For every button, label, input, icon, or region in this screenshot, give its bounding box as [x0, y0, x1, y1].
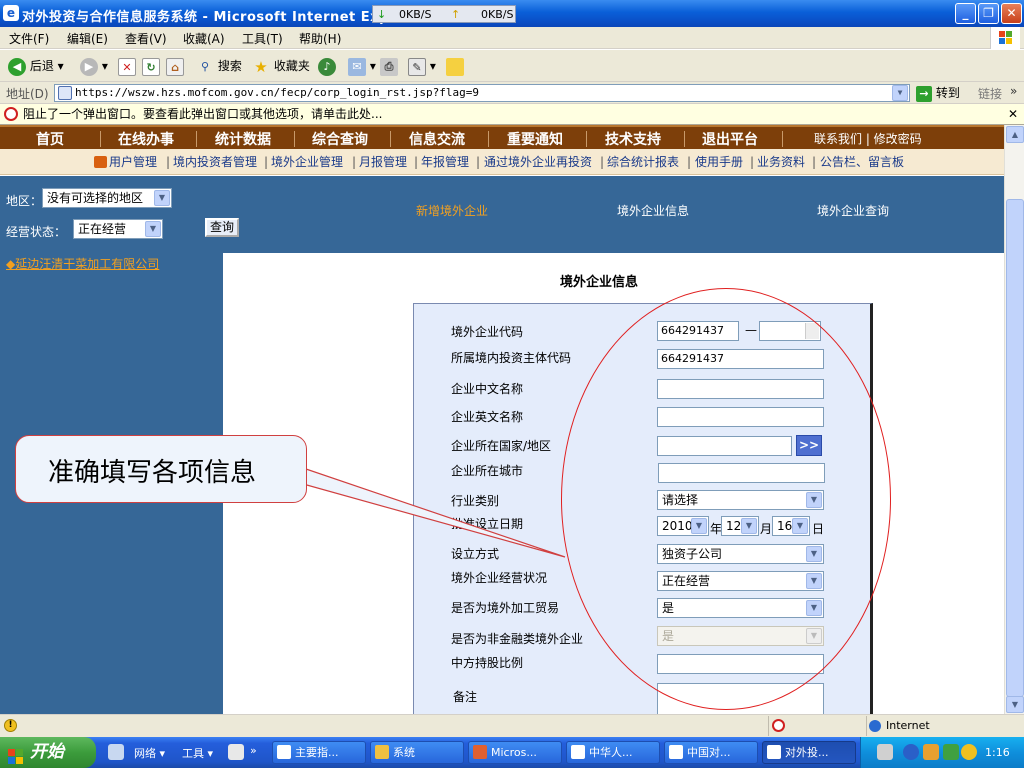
- search-button[interactable]: ⚲ 搜索: [196, 56, 242, 76]
- note-button[interactable]: [446, 56, 464, 76]
- popup-close-icon[interactable]: ✕: [1008, 104, 1018, 124]
- mail-icon: ✉: [348, 57, 366, 76]
- annotation-callout: 准确填写各项信息: [15, 435, 307, 503]
- address-label: 地址(D): [6, 87, 49, 101]
- chevron-right-icon[interactable]: »: [250, 744, 257, 757]
- net-down-speed: 0KB/S: [399, 8, 432, 21]
- home-button[interactable]: ⌂: [166, 56, 184, 76]
- links-label[interactable]: 链接: [978, 85, 1002, 102]
- back-arrow-icon: ◀: [8, 57, 26, 76]
- taskbar-item-system[interactable]: 系统: [370, 741, 464, 764]
- windows-logo-icon: [990, 27, 1020, 49]
- menu-favorites[interactable]: 收藏(A): [183, 30, 225, 47]
- refresh-button[interactable]: ↻: [142, 56, 160, 76]
- chevron-right-icon[interactable]: »: [1010, 84, 1017, 98]
- browser-toolbar: ◀ 后退 ▾ ▶ ▾ ✕ ↻ ⌂ ⚲ 搜索 ★ 收藏夹 ♪ ✉ ▾ ⎙ ✎ ▾: [0, 50, 1024, 82]
- taskbar-item-main-indicators[interactable]: 主要指...: [272, 741, 366, 764]
- menu-tools[interactable]: 工具(T): [242, 30, 283, 47]
- zone-label: Internet: [886, 719, 930, 732]
- star-icon: ★: [254, 57, 268, 76]
- home-icon: ⌂: [166, 57, 184, 76]
- download-arrow-icon: ↓: [377, 8, 387, 21]
- callout-text: 准确填写各项信息: [48, 458, 257, 488]
- close-button[interactable]: ✕: [1001, 3, 1022, 24]
- back-arrow-tray-icon[interactable]: [903, 744, 919, 760]
- menu-view[interactable]: 查看(V): [125, 30, 167, 47]
- upload-arrow-icon: ↑: [451, 8, 461, 21]
- warning-icon: !: [4, 719, 17, 732]
- popup-notice-text: 阻止了一个弹出窗口。要查看此弹出窗口或其他选项，请单击此处...: [23, 107, 383, 121]
- globe-icon: [869, 720, 881, 732]
- desktop-quicklaunch-icon[interactable]: [228, 744, 244, 760]
- favorites-label: 收藏夹: [273, 59, 310, 73]
- window-titlebar[interactable]: e 对外投资与合作信息服务系统 - Microsoft Internet Exp…: [0, 0, 1024, 27]
- clock[interactable]: 1:16: [985, 737, 1010, 768]
- refresh-icon: ↻: [142, 57, 160, 76]
- address-input[interactable]: https://wszw.hzs.mofcom.gov.cn/fecp/corp…: [54, 84, 910, 102]
- taskbar-item-zhonghua[interactable]: 中华人...: [566, 741, 660, 764]
- minimize-button[interactable]: _: [955, 3, 976, 24]
- shield-icon[interactable]: [943, 744, 959, 760]
- taskbar: 开始 网络 ▾ 工具 ▾ » 主要指... 系统 Micros... 中华人..…: [0, 737, 1024, 768]
- go-button[interactable]: → 转到: [916, 84, 960, 102]
- back-button[interactable]: ◀ 后退 ▾: [8, 56, 64, 76]
- system-tray: 1:16: [860, 737, 1024, 768]
- scroll-down-icon[interactable]: ▼: [1006, 696, 1024, 713]
- search-label: 搜索: [217, 59, 242, 73]
- popup-blocked-bar[interactable]: 阻止了一个弹出窗口。要查看此弹出窗口或其他选项，请单击此处... ✕: [0, 104, 1024, 125]
- taskbar-item-duiwai[interactable]: 对外投...: [762, 741, 856, 764]
- taskbar-item-zhongguo[interactable]: 中国对...: [664, 741, 758, 764]
- stop-icon: ✕: [118, 57, 136, 76]
- go-label: 转到: [935, 86, 960, 100]
- network-meter: ↓ 0KB/S ↑ 0KB/S: [372, 5, 516, 23]
- quick-network[interactable]: 网络 ▾: [134, 745, 165, 761]
- forward-button[interactable]: ▶ ▾: [80, 56, 108, 76]
- favorites-button[interactable]: ★ 收藏夹: [252, 56, 310, 76]
- search-icon: ⚲: [200, 59, 210, 73]
- start-label: 开始: [30, 742, 64, 762]
- forward-arrow-icon: ▶: [80, 57, 98, 76]
- menu-file[interactable]: 文件(F): [9, 30, 49, 47]
- scroll-thumb[interactable]: [1006, 199, 1024, 697]
- media-icon: ♪: [318, 57, 336, 76]
- mail-button[interactable]: ✉ ▾: [348, 56, 376, 76]
- restore-button[interactable]: ❐: [978, 3, 999, 24]
- menu-edit[interactable]: 编辑(E): [67, 30, 108, 47]
- back-label: 后退: [29, 59, 54, 73]
- menu-help[interactable]: 帮助(H): [299, 30, 341, 47]
- go-arrow-icon: →: [916, 85, 932, 102]
- window-title: 对外投资与合作信息服务系统 - Microsoft Internet Explo…: [22, 10, 427, 25]
- windows-flag-icon: [8, 745, 24, 764]
- address-dropdown-icon[interactable]: ▼: [892, 85, 908, 101]
- taskbar-item-microsoft[interactable]: Micros...: [468, 741, 562, 764]
- ie-icon: e: [3, 5, 19, 21]
- vertical-scrollbar[interactable]: ▲ ▼: [1004, 125, 1024, 714]
- ie-quicklaunch-icon[interactable]: [108, 744, 124, 760]
- quick-tools[interactable]: 工具 ▾: [182, 745, 213, 761]
- stop-button[interactable]: ✕: [118, 56, 136, 76]
- blocked-icon: [4, 107, 18, 121]
- media-button[interactable]: ♪: [318, 56, 336, 76]
- edit-button[interactable]: ✎ ▾: [408, 56, 436, 76]
- start-button[interactable]: 开始: [0, 737, 96, 768]
- scroll-up-icon[interactable]: ▲: [1006, 126, 1024, 143]
- page-viewport: 首页 在线办事 统计数据 综合查询 信息交流 重要通知 技术支持 退出平台 联系…: [0, 125, 1004, 714]
- printer-icon: ⎙: [380, 57, 398, 76]
- security-icon[interactable]: [961, 744, 977, 760]
- qq-icon[interactable]: [923, 744, 939, 760]
- page-icon: [58, 86, 72, 100]
- address-url: https://wszw.hzs.mofcom.gov.cn/fecp/corp…: [75, 86, 479, 99]
- note-icon: [446, 57, 464, 76]
- popup-blocked-icon[interactable]: [772, 719, 785, 732]
- address-bar: 地址(D) https://wszw.hzs.mofcom.gov.cn/fec…: [0, 82, 1024, 104]
- keyboard-icon[interactable]: [877, 744, 893, 760]
- print-button[interactable]: ⎙: [380, 56, 398, 76]
- edit-page-icon: ✎: [408, 57, 426, 76]
- menu-bar: 文件(F) 编辑(E) 查看(V) 收藏(A) 工具(T) 帮助(H): [0, 27, 1024, 49]
- status-bar: ! Internet: [0, 714, 1024, 737]
- callout-pointer: [294, 468, 566, 558]
- net-up-speed: 0KB/S: [481, 8, 514, 21]
